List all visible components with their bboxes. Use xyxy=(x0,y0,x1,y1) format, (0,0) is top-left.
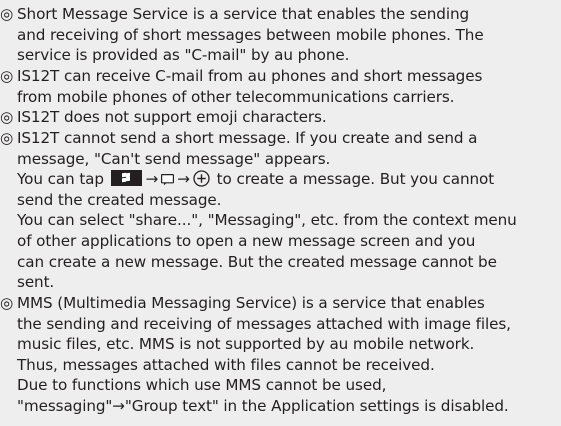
note-line: the sending and receiving of messages at… xyxy=(0,314,561,335)
note-cannot-send: ◎ IS12T cannot send a short message. If … xyxy=(0,128,561,293)
note-line: sent. xyxy=(0,272,561,293)
note-line: send the created message. xyxy=(0,190,561,211)
note-text: of other applications to open a new mess… xyxy=(17,231,476,250)
windows-start-key-icon xyxy=(110,170,142,187)
note-text: IS12T can receive C-mail from au phones … xyxy=(17,67,483,85)
note-line: You can select "share...", "Messaging", … xyxy=(0,210,561,231)
bullet-mark: ◎ xyxy=(0,294,14,312)
note-text: IS12T does not support emoji characters. xyxy=(17,108,327,126)
note-line: music files, etc. MMS is not supported b… xyxy=(0,334,561,355)
messaging-tile-icon xyxy=(161,174,175,186)
note-text: MMS (Multimedia Messaging Service) is a … xyxy=(17,294,485,312)
note-text: send the created message. xyxy=(17,190,222,209)
bullet-mark: ◎ xyxy=(0,67,14,85)
arrow-glyph: → xyxy=(145,170,159,189)
note-emoji: ◎ IS12T does not support emoji character… xyxy=(0,107,561,128)
note-line: Due to functions which use MMS cannot be… xyxy=(0,375,561,396)
manual-page: ◎ Short Message Service is a service tha… xyxy=(0,0,561,426)
note-text: to create a message. But you cannot xyxy=(216,170,495,189)
note-line: of other applications to open a new mess… xyxy=(0,231,561,252)
note-text: "messaging"→"Group text" in the Applicat… xyxy=(17,396,509,415)
note-text: message, "Can't send message" appears. xyxy=(17,149,331,168)
note-line: ◎ MMS (Multimedia Messaging Service) is … xyxy=(0,293,561,314)
note-line: from mobile phones of other telecommunic… xyxy=(0,87,561,108)
bullet-mark: ◎ xyxy=(0,5,14,23)
note-text: You can tap xyxy=(17,170,104,189)
note-icon-line: You can tap → → to create a message. But… xyxy=(0,169,561,190)
note-text: IS12T cannot send a short message. If yo… xyxy=(17,129,478,147)
note-text: sent. xyxy=(17,273,55,292)
note-line: "messaging"→"Group text" in the Applicat… xyxy=(0,396,561,417)
note-line: ◎ IS12T does not support emoji character… xyxy=(0,107,561,128)
note-text: Due to functions which use MMS cannot be… xyxy=(17,376,387,395)
note-text: service is provided as "C-mail" by au ph… xyxy=(17,46,350,65)
arrow-glyph: → xyxy=(177,170,190,189)
note-text: Short Message Service is a service that … xyxy=(17,5,470,23)
plus-circle-icon xyxy=(193,170,210,187)
note-sms-service: ◎ Short Message Service is a service tha… xyxy=(0,4,561,66)
note-text: music files, etc. MMS is not supported b… xyxy=(17,335,475,354)
note-line: and receiving of short messages between … xyxy=(0,25,561,46)
note-line: ◎ IS12T can receive C-mail from au phone… xyxy=(0,66,561,87)
note-line: service is provided as "C-mail" by au ph… xyxy=(0,45,561,66)
note-mms: ◎ MMS (Multimedia Messaging Service) is … xyxy=(0,293,561,417)
note-text: the sending and receiving of messages at… xyxy=(17,314,511,333)
note-receive-cmail: ◎ IS12T can receive C-mail from au phone… xyxy=(0,66,561,107)
note-text: and receiving of short messages between … xyxy=(17,25,484,44)
note-line: can create a new message. But the create… xyxy=(0,252,561,273)
note-text: Thus, messages attached with files canno… xyxy=(17,355,435,374)
note-line: message, "Can't send message" appears. xyxy=(0,149,561,170)
bullet-mark: ◎ xyxy=(0,108,14,126)
note-text: from mobile phones of other telecommunic… xyxy=(17,87,455,106)
note-line: ◎ IS12T cannot send a short message. If … xyxy=(0,128,561,149)
note-line: ◎ Short Message Service is a service tha… xyxy=(0,4,561,25)
note-text: can create a new message. But the create… xyxy=(17,252,497,271)
note-line: Thus, messages attached with files canno… xyxy=(0,355,561,376)
bullet-mark: ◎ xyxy=(0,129,14,147)
note-text: You can select "share...", "Messaging", … xyxy=(17,211,517,230)
